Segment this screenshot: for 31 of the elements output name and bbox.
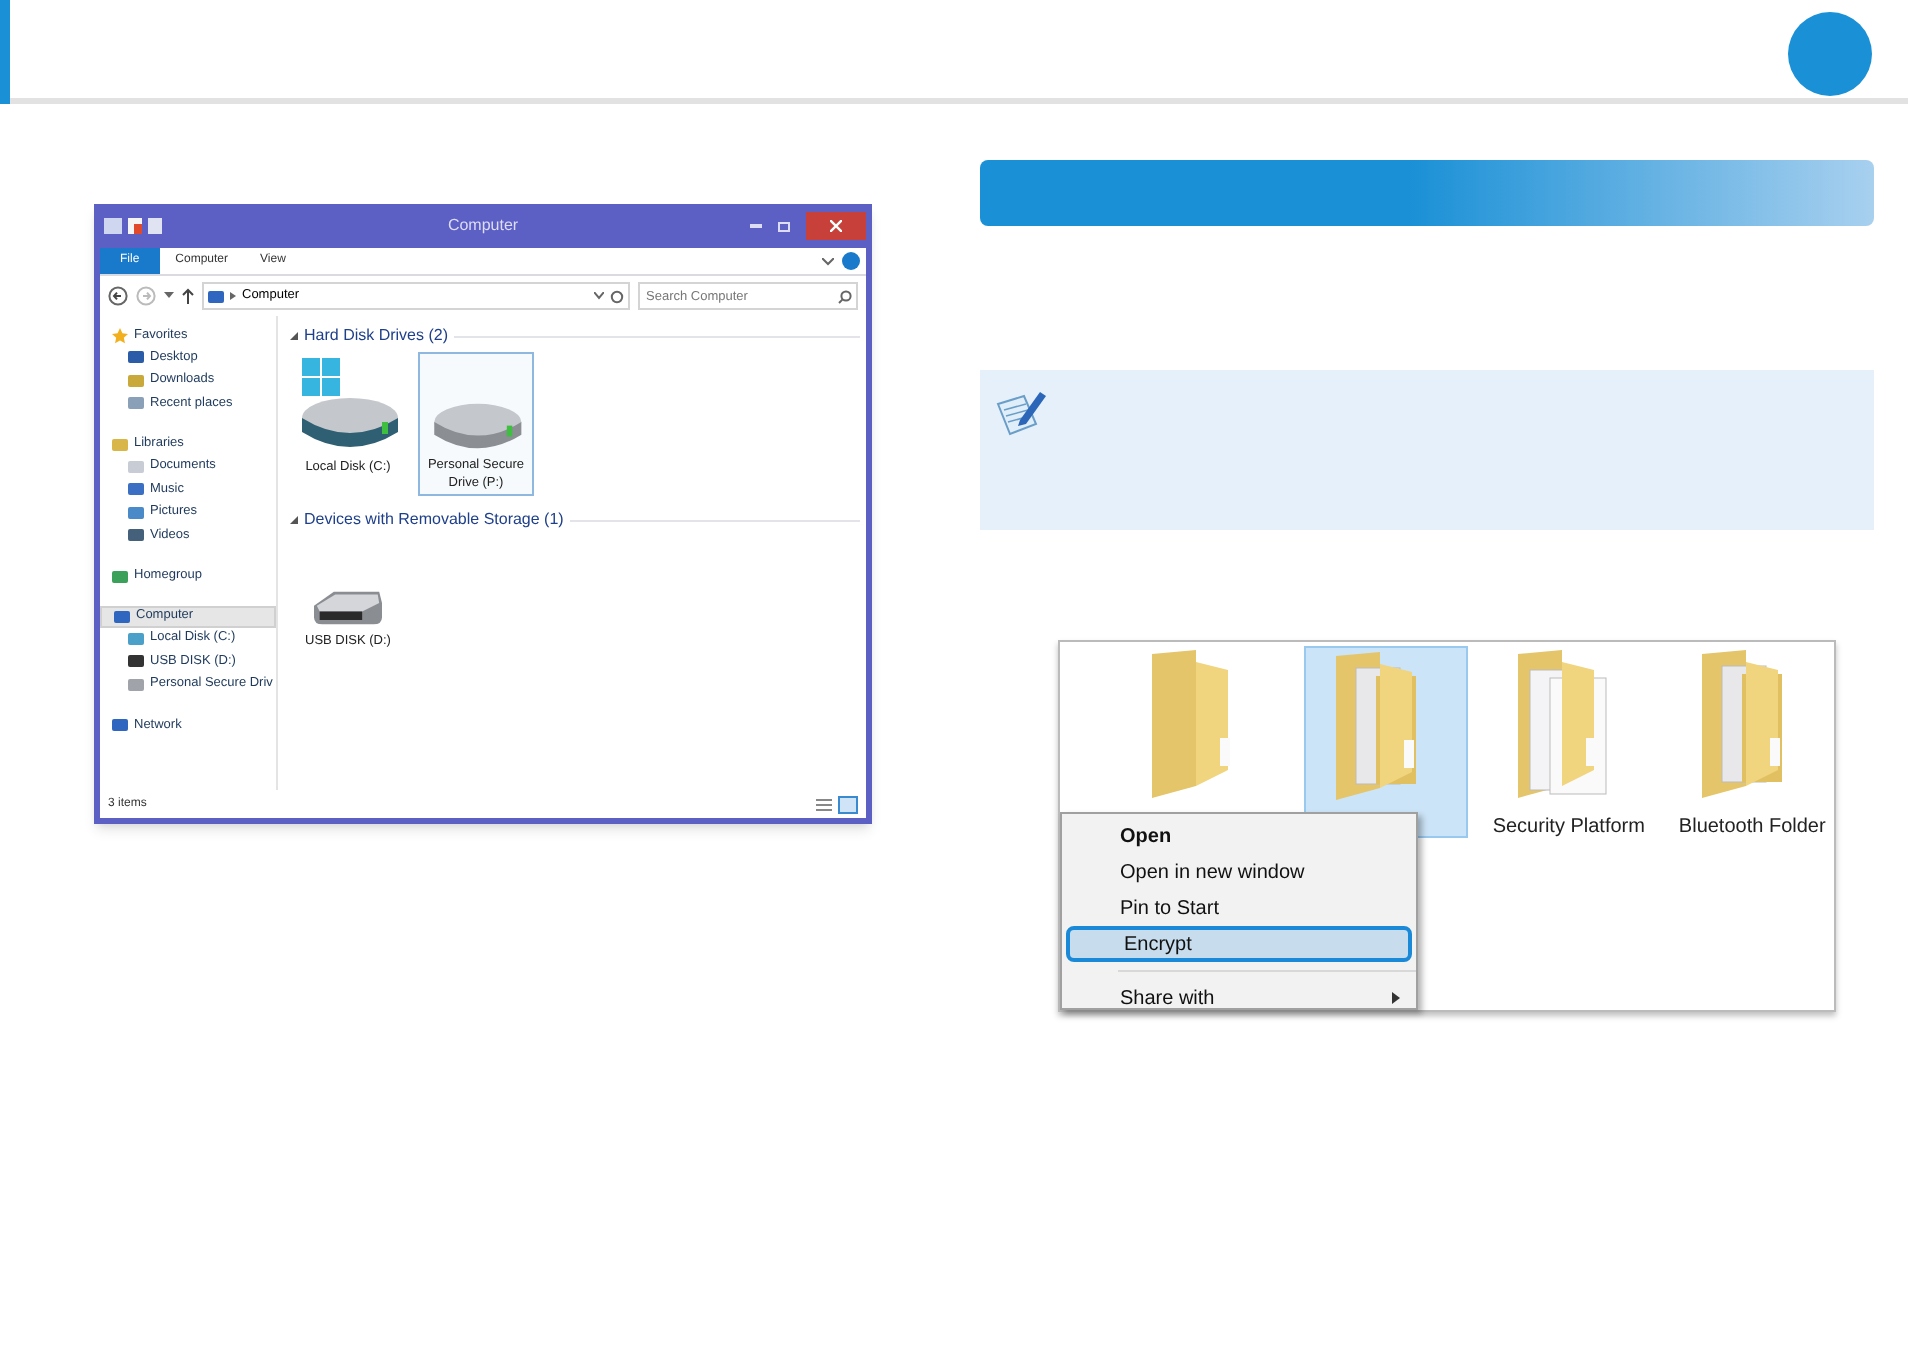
close-icon [830, 220, 842, 232]
folder-item[interactable]: Bluetooth Folder [1670, 646, 1834, 842]
back-icon[interactable] [108, 286, 128, 306]
menu-item[interactable]: Share with [1066, 980, 1412, 1016]
chevron-icon[interactable] [594, 292, 604, 300]
chevron-icon[interactable] [822, 257, 834, 265]
collapse-icon[interactable] [290, 516, 298, 524]
close-button[interactable] [806, 212, 866, 240]
window-title: Computer [445, 214, 521, 238]
maximize-icon[interactable] [778, 221, 790, 231]
menu-item[interactable]: Pin to Start [1066, 890, 1412, 926]
folder-item[interactable]: Security Platform [1487, 646, 1651, 842]
details-view-icon[interactable] [816, 797, 832, 811]
help-icon[interactable] [842, 252, 860, 270]
dropdown-icon[interactable] [164, 292, 174, 300]
up-arrow-icon[interactable] [182, 288, 194, 304]
menu-item[interactable]: Encrypt [1066, 926, 1412, 962]
submenu-arrow-icon [1392, 992, 1400, 1004]
star-icon [112, 327, 128, 343]
search-icon [838, 289, 852, 303]
group-heading: Devices with Removable Storage (1) [304, 508, 564, 532]
note-pencil-icon [996, 388, 1048, 436]
window-icon [104, 218, 122, 234]
menu-item[interactable]: Open [1066, 818, 1412, 854]
breadcrumb-arrow-icon [230, 292, 236, 300]
large-icons-view-button[interactable] [838, 795, 858, 813]
header-accent [0, 0, 10, 104]
collapse-icon[interactable] [290, 332, 298, 340]
refresh-icon[interactable] [610, 289, 624, 303]
menu-item[interactable]: Open in new window [1066, 854, 1412, 890]
group-heading: Hard Disk Drives (2) [304, 324, 449, 348]
